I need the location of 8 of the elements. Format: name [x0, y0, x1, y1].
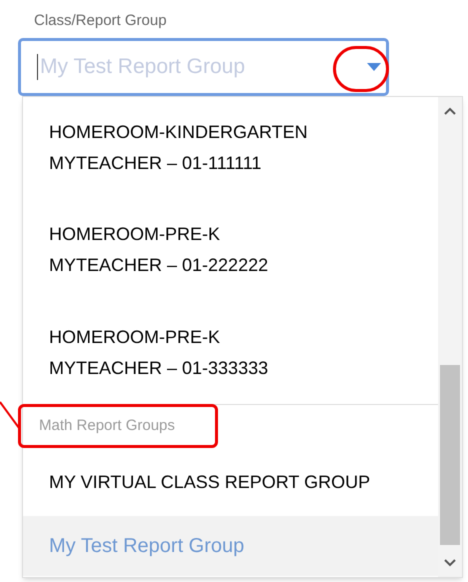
scrollbar-thumb[interactable]: [440, 365, 460, 545]
field-label: Class/Report Group: [34, 11, 167, 31]
annotation-line: [0, 400, 20, 430]
scrollbar[interactable]: [438, 97, 462, 577]
dropdown-option[interactable]: HOMEROOM-KINDERGARTEN MYTEACHER – 01-111111: [23, 97, 438, 199]
caret-down-icon: [367, 63, 381, 71]
scroll-up-icon[interactable]: [444, 107, 456, 115]
scroll-down-icon[interactable]: [444, 559, 456, 567]
